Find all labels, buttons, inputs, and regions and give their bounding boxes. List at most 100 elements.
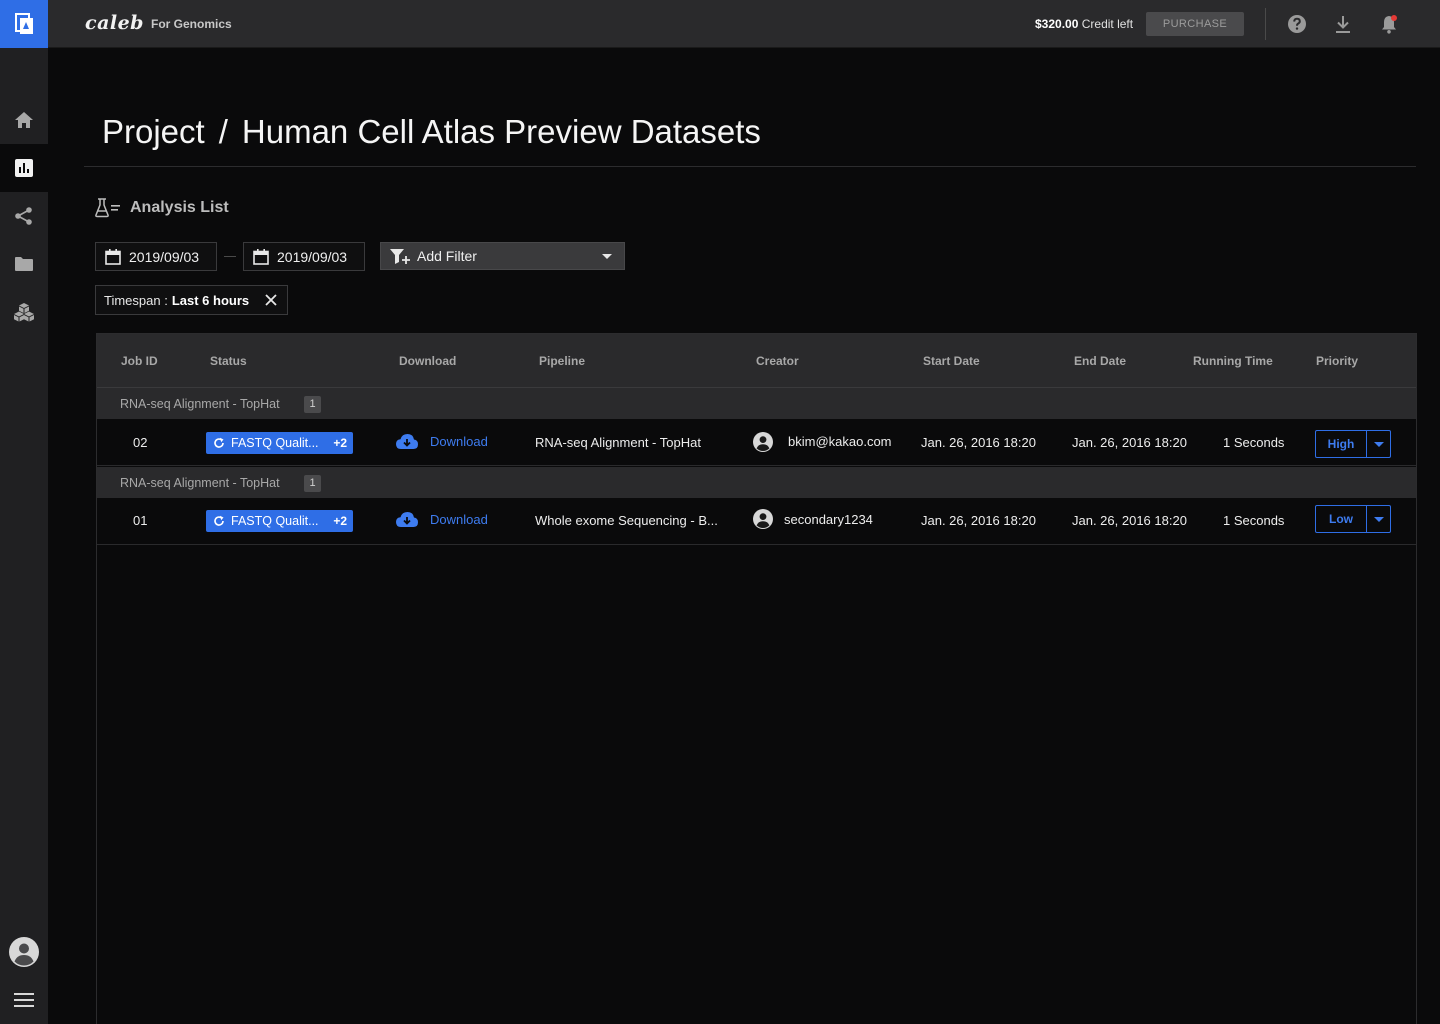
- group-label: RNA-seq Alignment - TopHat: [120, 397, 280, 411]
- home-icon: [15, 112, 33, 128]
- col-end-date[interactable]: End Date: [1074, 354, 1126, 368]
- col-creator[interactable]: Creator: [756, 354, 799, 368]
- cloud-download-icon: [396, 512, 418, 527]
- sidebar-item-home[interactable]: [0, 96, 48, 144]
- creator-name: secondary1234: [784, 512, 873, 527]
- user-avatar-icon: [9, 937, 39, 967]
- sidebar-user-avatar[interactable]: [0, 928, 48, 976]
- sidebar-menu-toggle[interactable]: [0, 976, 48, 1024]
- brand-subtitle: For Genomics: [151, 17, 232, 31]
- date-from-picker[interactable]: 2019/09/03: [95, 242, 217, 271]
- status-badge[interactable]: FASTQ Qualit... +2: [206, 432, 353, 454]
- analysis-chart-icon: [15, 159, 33, 177]
- date-range-separator: [224, 256, 236, 257]
- sidebar-item-analysis[interactable]: [0, 144, 48, 192]
- status-more-count: +2: [333, 436, 347, 450]
- chevron-down-icon: [602, 254, 612, 259]
- cloud-download-icon: [396, 434, 418, 449]
- table-header: Job ID Status Download Pipeline Creator …: [97, 334, 1416, 388]
- close-icon[interactable]: [265, 294, 277, 306]
- start-date: Jan. 26, 2016 18:20: [921, 513, 1036, 528]
- sidebar-item-share[interactable]: [0, 192, 48, 240]
- end-date: Jan. 26, 2016 18:20: [1072, 435, 1187, 450]
- section-header: Analysis List: [95, 198, 229, 218]
- credit-amount: $320.00: [1035, 17, 1079, 31]
- pipeline-name: Whole exome Sequencing - B...: [535, 513, 718, 528]
- priority-dropdown-toggle[interactable]: [1367, 506, 1390, 532]
- download-link[interactable]: Download: [395, 510, 488, 528]
- creator-name: bkim@kakao.com: [788, 434, 892, 449]
- sidebar: [0, 48, 48, 1024]
- section-title: Analysis List: [130, 199, 229, 216]
- running-time: 1 Seconds: [1223, 513, 1285, 528]
- group-label: RNA-seq Alignment - TopHat: [120, 476, 280, 490]
- start-date: Jan. 26, 2016 18:20: [921, 435, 1036, 450]
- share-icon: [15, 207, 32, 225]
- brand-wordmark: caleb: [85, 12, 144, 34]
- filter-chip-timespan: Timespan : Last 6 hours: [95, 285, 289, 315]
- purchase-button[interactable]: PURCHASE: [1146, 12, 1244, 36]
- credit-balance: $320.00 Credit left: [1035, 17, 1133, 31]
- pipeline-cubes-icon: [14, 303, 34, 322]
- col-pipeline[interactable]: Pipeline: [539, 354, 585, 368]
- refresh-icon: [214, 515, 224, 526]
- priority-split-button: High: [1315, 430, 1391, 458]
- app-logo[interactable]: [0, 0, 48, 48]
- help-icon[interactable]: [1285, 12, 1309, 36]
- group-count-badge: 1: [304, 396, 321, 413]
- chevron-down-icon: [1373, 441, 1384, 447]
- add-filter-label: Add Filter: [417, 248, 477, 264]
- creator-avatar-icon: [753, 432, 773, 452]
- breadcrumb-current: Human Cell Atlas Preview Datasets: [241, 113, 761, 150]
- sidebar-item-files[interactable]: [0, 240, 48, 288]
- priority-value[interactable]: High: [1316, 431, 1367, 457]
- menu-icon: [14, 993, 34, 1007]
- col-status[interactable]: Status: [210, 354, 247, 368]
- page-title: Project / Human Cell Atlas Preview Dataset…: [102, 113, 761, 151]
- status-badge[interactable]: FASTQ Qualit... +2: [206, 510, 353, 532]
- creator-avatar-icon: [753, 509, 773, 529]
- credit-label: Credit left: [1081, 17, 1134, 31]
- job-id: 02: [133, 435, 148, 450]
- pipeline-name: RNA-seq Alignment - TopHat: [535, 435, 701, 450]
- col-priority[interactable]: Priority: [1316, 354, 1358, 368]
- col-running-time[interactable]: Running Time: [1193, 354, 1273, 368]
- priority-value[interactable]: Low: [1316, 506, 1367, 532]
- filter-add-icon: [390, 249, 410, 264]
- topbar-divider: [1265, 8, 1266, 40]
- date-to-value: 2019/09/03: [277, 248, 348, 265]
- folder-icon: [15, 257, 33, 271]
- sidebar-item-pipelines[interactable]: [0, 288, 48, 336]
- notification-bell-icon[interactable]: [1377, 12, 1401, 36]
- calendar-icon: [105, 248, 121, 265]
- add-filter-dropdown[interactable]: Add Filter: [380, 242, 625, 270]
- table-row[interactable]: 02 FASTQ Qualit... +2 Download RNA-seq A…: [97, 419, 1416, 466]
- top-bar: caleb For Genomics $320.00 Credit left P…: [0, 0, 1440, 48]
- title-divider: [84, 166, 1416, 167]
- download-icon[interactable]: [1331, 12, 1355, 36]
- table-row[interactable]: 01 FASTQ Qualit... +2 Download Whole exo…: [97, 498, 1416, 545]
- group-header[interactable]: RNA-seq Alignment - TopHat 1: [97, 388, 1416, 419]
- date-from-value: 2019/09/03: [129, 248, 200, 265]
- refresh-icon: [214, 437, 224, 448]
- chip-value: Last 6 hours: [171, 292, 250, 308]
- group-count-badge: 1: [304, 475, 321, 492]
- group-header[interactable]: RNA-seq Alignment - TopHat 1: [97, 467, 1416, 498]
- priority-dropdown-toggle[interactable]: [1367, 431, 1390, 457]
- chevron-down-icon: [1373, 516, 1384, 522]
- download-label: Download: [430, 433, 488, 449]
- date-to-picker[interactable]: 2019/09/03: [243, 242, 365, 271]
- status-label: FASTQ Qualit...: [231, 514, 319, 528]
- col-job-id[interactable]: Job ID: [121, 354, 158, 368]
- col-start-date[interactable]: Start Date: [923, 354, 980, 368]
- breadcrumb-separator: /: [218, 113, 228, 150]
- running-time: 1 Seconds: [1223, 435, 1285, 450]
- breadcrumb-project[interactable]: Project: [102, 113, 205, 150]
- app-logo-icon: [15, 13, 33, 34]
- calendar-icon: [253, 248, 269, 265]
- download-link[interactable]: Download: [395, 432, 488, 450]
- flask-list-icon: [95, 198, 120, 218]
- end-date: Jan. 26, 2016 18:20: [1072, 513, 1187, 528]
- col-download[interactable]: Download: [399, 354, 456, 368]
- download-label: Download: [430, 511, 488, 527]
